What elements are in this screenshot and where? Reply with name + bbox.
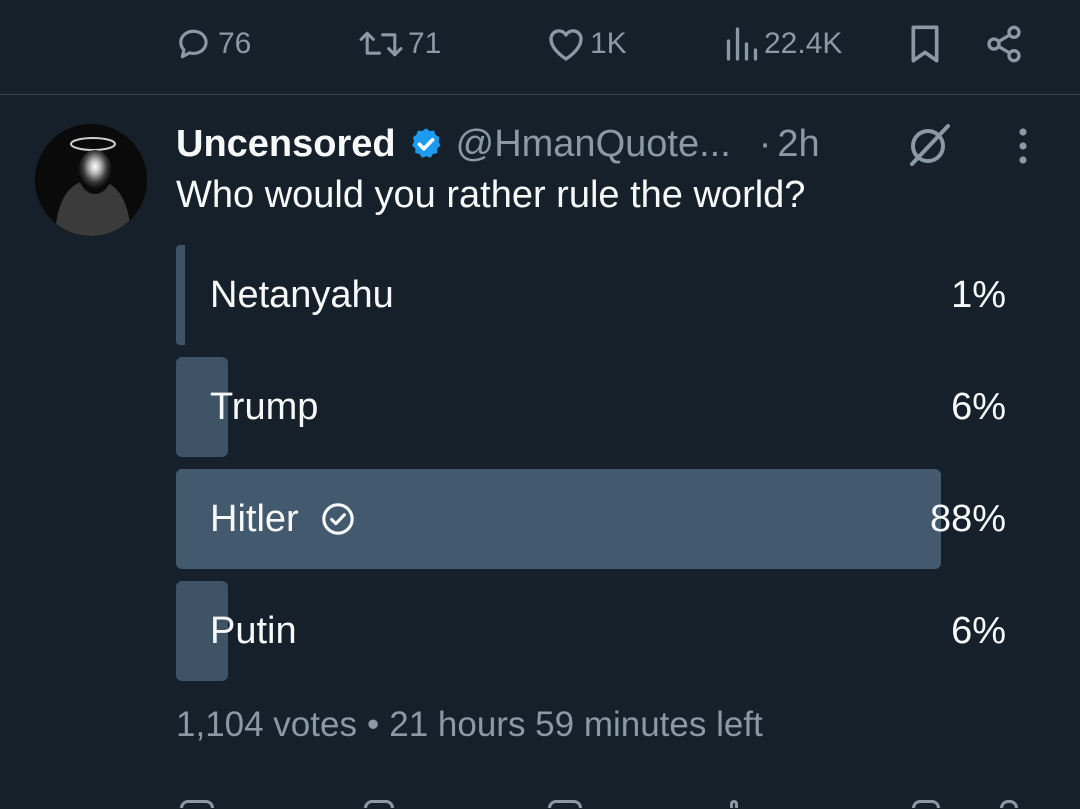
tweet-detail-page: 76 71 1K 22.4K Uncensored @HmanQuote... … [0,0,1080,809]
engagement-action-bar: 76 71 1K 22.4K [0,0,1080,94]
share-button[interactable] [984,22,1024,66]
poll-vote-count: 1,104 votes [176,705,357,744]
reply-button[interactable]: 76 [176,22,251,66]
repost-count: 71 [408,27,442,60]
check-circle-icon [321,502,355,536]
reply-bubble-icon[interactable] [180,800,214,808]
bookmark-icon[interactable] [912,800,940,808]
bookmark-button[interactable] [908,22,942,66]
grok-slash-icon [904,124,954,174]
repost-button[interactable]: 71 [358,22,441,66]
next-tweet-action-bar [0,796,1080,809]
avatar[interactable] [35,124,147,236]
author-handle[interactable]: @HmanQuote... [456,123,731,166]
tweet-divider [0,94,1080,95]
author-name[interactable]: Uncensored [176,123,396,166]
view-count: 22.4K [764,27,843,60]
footer-separator: • [366,705,380,744]
poll-option-winner: Hitler 88% [176,469,1006,569]
poll-option: Trump 6% [176,357,1006,457]
share-icon[interactable] [1000,800,1018,808]
like-button[interactable]: 1K [546,22,627,66]
repost-arrows-icon [358,25,404,63]
heart-icon [546,25,586,63]
poll-option-label: Netanyahu [210,273,394,316]
poll-bar [176,245,185,345]
header-separator: · [758,122,772,165]
grok-button[interactable] [904,120,954,175]
poll-footer: 1,104 votes • 21 hours 59 minutes left [176,705,763,745]
bar-chart-icon[interactable] [730,800,738,808]
bookmark-icon [908,24,942,64]
vertical-ellipsis-icon [1012,128,1034,170]
like-count: 1K [590,27,627,60]
poll-option-label: Putin [210,609,297,652]
poll-option-label: Trump [210,385,319,428]
poll-option: Netanyahu 1% [176,245,1006,345]
tweet-timestamp[interactable]: 2h [777,123,819,166]
poll-option: Putin 6% [176,581,1006,681]
heart-icon[interactable] [548,800,582,808]
more-options-button[interactable] [1012,126,1034,171]
poll-option-percent: 6% [951,385,1006,428]
poll-time-left: 21 hours 59 minutes left [389,705,763,744]
reply-bubble-icon [176,25,214,63]
share-icon [984,24,1024,64]
tweet-header: Uncensored @HmanQuote... · 2h [176,118,820,170]
reply-count: 76 [218,27,252,60]
repost-arrows-icon[interactable] [364,800,394,808]
poll-option-percent: 88% [929,497,1006,540]
poll-option-percent: 6% [951,609,1006,652]
bar-chart-icon [724,25,760,63]
verified-badge-icon[interactable] [408,126,444,162]
poll-option-label-group: Hitler [210,469,355,569]
poll-option-label: Hitler [210,497,299,540]
views-button[interactable]: 22.4K [724,22,842,66]
tweet-text: Who would you rather rule the world? [176,174,806,216]
poll-option-percent: 1% [951,273,1006,316]
